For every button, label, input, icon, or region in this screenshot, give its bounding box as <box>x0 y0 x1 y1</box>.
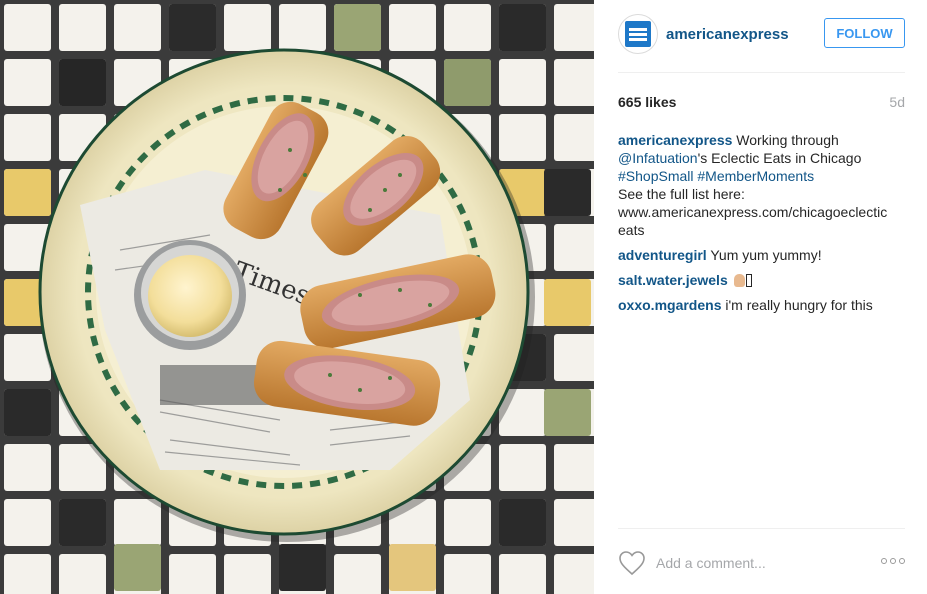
comment-username[interactable]: oxxo.mgardens <box>618 297 721 313</box>
comment-text <box>728 272 732 288</box>
caption-text: 's Eclectic Eats in Chicago <box>697 150 862 166</box>
comment-text: i'm really hungry for this <box>721 297 873 313</box>
avatar[interactable] <box>618 14 658 54</box>
follow-button[interactable]: FOLLOW <box>824 18 905 48</box>
post-footer <box>618 548 905 578</box>
post-age[interactable]: 5d <box>889 94 905 110</box>
hashtag-link[interactable]: #ShopSmall <box>618 168 694 184</box>
post-photo: Times <box>0 0 594 594</box>
heart-icon[interactable] <box>618 550 646 576</box>
post-image[interactable]: Times <box>0 0 594 594</box>
more-options-icon[interactable] <box>881 558 905 566</box>
comment-text: Yum yum yummy! <box>706 247 822 263</box>
likes-count[interactable]: 665 likes <box>618 94 676 110</box>
divider <box>618 72 905 73</box>
mention-link[interactable]: @Infatuation <box>618 150 698 166</box>
amex-logo-icon <box>625 21 651 47</box>
caption-username[interactable]: americanexpress <box>618 132 732 148</box>
caption: americanexpress Working through @Infatua… <box>618 131 908 239</box>
post-meta: 665 likes 5d <box>618 94 905 114</box>
list-item: oxxo.mgardens i'm really hungry for this <box>618 296 908 314</box>
divider <box>618 528 905 529</box>
post-header: americanexpress FOLLOW <box>618 14 905 56</box>
list-item: adventuregirl Yum yum yummy! <box>618 246 908 264</box>
comment-input[interactable] <box>656 552 856 574</box>
comment-username[interactable]: salt.water.jewels <box>618 272 728 288</box>
comment-username[interactable]: adventuregirl <box>618 247 707 263</box>
caption-url: www.americanexpress.com/chicagoeclectic … <box>618 204 888 238</box>
missing-glyph-icon <box>745 274 752 287</box>
comments-list: americanexpress Working through @Infatua… <box>618 131 908 321</box>
header-username[interactable]: americanexpress <box>666 26 789 43</box>
caption-text: Working through <box>732 132 839 148</box>
ok-hand-emoji-icon <box>733 274 745 287</box>
caption-text: See the full list here: <box>618 186 745 202</box>
post-side-panel: americanexpress FOLLOW 665 likes 5d amer… <box>594 0 927 594</box>
list-item: salt.water.jewels <box>618 271 908 289</box>
hashtag-link[interactable]: #MemberMoments <box>697 168 814 184</box>
